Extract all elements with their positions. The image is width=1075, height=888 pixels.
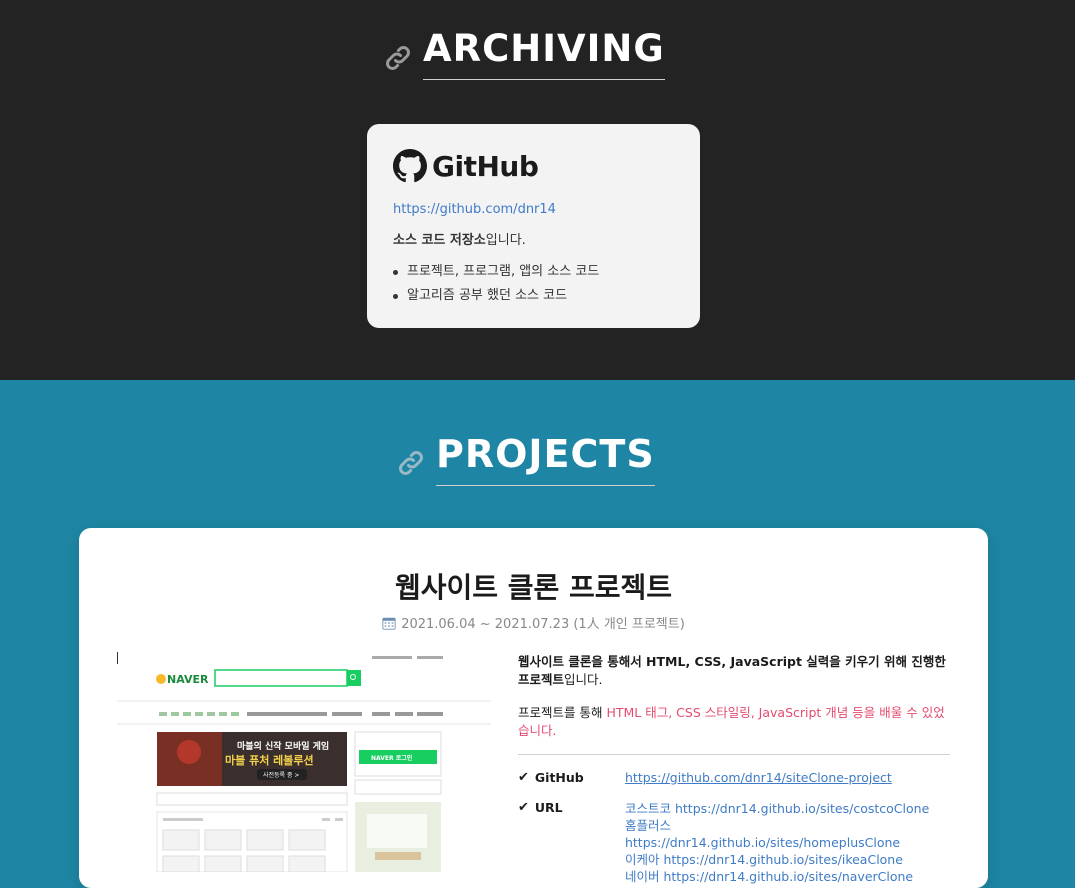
url-item-link[interactable]: https://dnr14.github.io/sites/costcoClon… xyxy=(675,801,929,816)
github-description: 소스 코드 저장소입니다. xyxy=(393,229,674,248)
banner-line1: 마블의 신작 모바일 게임 xyxy=(237,740,329,752)
github-card: GitHub https://github.com/dnr14 소스 코드 저장… xyxy=(367,124,700,328)
url-item-link[interactable]: https://dnr14.github.io/sites/homeplusCl… xyxy=(625,835,900,850)
url-item-name: 네이버 xyxy=(624,869,660,884)
url-item-naver[interactable]: 네이버 https://dnr14.github.io/sites/naverC… xyxy=(625,868,950,885)
project-sub: 프로젝트를 통해 HTML 태그, CSS 스타일링, JavaScript 개… xyxy=(518,704,950,740)
github-profile-link[interactable]: https://github.com/dnr14 xyxy=(393,202,674,217)
project-github-link[interactable]: https://github.com/dnr14/siteClone-proje… xyxy=(625,769,892,786)
naver-clone-thumbnail: NAVER 마블의 신작 모바일 게임 마블 퓨처 레볼루션 사전등록 중 > … xyxy=(117,652,491,872)
divider xyxy=(518,754,950,755)
project-title: 웹사이트 클론 프로젝트 xyxy=(394,571,673,604)
github-logo-text: GitHub xyxy=(432,149,539,183)
login-button: NAVER 로그인 xyxy=(371,754,413,762)
naver-logo-text: NAVER xyxy=(167,673,209,686)
url-item-costco[interactable]: 코스트코 https://dnr14.github.io/sites/costc… xyxy=(625,800,950,817)
project-lead: 웹사이트 클론을 통해서 HTML, CSS, JavaScript 실력을 키… xyxy=(518,653,950,689)
archiving-section: ARCHIVING GitHub https://github.com/dnr1… xyxy=(0,0,1075,380)
project-date-text: 2021.06.04 ~ 2021.07.23 (1人 개인 프로젝트) xyxy=(401,617,685,632)
github-list: 프로젝트, 프로그램, 앱의 소스 코드 알고리즘 공부 했던 소스 코드 xyxy=(393,260,674,308)
check-icon: ✔ xyxy=(518,770,529,785)
url-row: ✔ URL 코스트코 https://dnr14.github.io/sites/… xyxy=(518,800,950,885)
archiving-heading: ARCHIVING xyxy=(383,29,665,80)
calendar-icon xyxy=(382,617,396,630)
projects-section: PROJECTS 웹사이트 클론 프로젝트 2021.06.04 ~ 2021.… xyxy=(0,380,1075,888)
github-row: ✔ GitHub https://github.com/dnr14/siteClo… xyxy=(518,769,950,786)
section-title: ARCHIVING xyxy=(423,29,665,80)
project-lead-rest: 입니다. xyxy=(564,672,603,687)
list-item: 알고리즘 공부 했던 소스 코드 xyxy=(393,284,674,308)
banner-line2: 마블 퓨처 레볼루션 xyxy=(225,753,314,767)
project-date: 2021.06.04 ~ 2021.07.23 (1人 개인 프로젝트) xyxy=(79,613,988,632)
project-info: 웹사이트 클론을 통해서 HTML, CSS, JavaScript 실력을 키… xyxy=(518,653,950,885)
section-title: PROJECTS xyxy=(436,434,655,486)
banner-button: 사전등록 중 > xyxy=(263,771,299,779)
project-screenshot: NAVER 마블의 신작 모바일 게임 마블 퓨처 레볼루션 사전등록 중 > … xyxy=(117,652,491,872)
url-row-label-text: URL xyxy=(534,800,563,815)
github-logo: GitHub xyxy=(393,148,674,184)
url-item-ikea[interactable]: 이케아 https://dnr14.github.io/sites/ikeaCl… xyxy=(625,851,950,868)
url-list: 코스트코 https://dnr14.github.io/sites/costc… xyxy=(625,800,950,885)
github-description-rest: 입니다. xyxy=(485,233,526,248)
url-row-label: ✔ URL xyxy=(518,800,625,885)
projects-heading: PROJECTS xyxy=(396,434,655,486)
github-description-bold: 소스 코드 저장소 xyxy=(393,233,486,248)
url-item-name: 홈플러스 xyxy=(624,818,671,833)
link-icon xyxy=(399,451,423,476)
project-sub-prefix: 프로젝트를 통해 xyxy=(518,705,607,720)
list-item: 프로젝트, 프로그램, 앱의 소스 코드 xyxy=(393,260,674,284)
github-icon xyxy=(393,149,427,183)
url-item-link[interactable]: https://dnr14.github.io/sites/naverClone xyxy=(663,869,913,884)
link-icon xyxy=(386,45,410,70)
project-card: 웹사이트 클론 프로젝트 2021.06.04 ~ 2021.07.23 (1人… xyxy=(79,528,988,888)
url-item-homeplus[interactable]: 홈플러스 https://dnr14.github.io/sites/homep… xyxy=(625,817,950,851)
url-item-name: 코스트코 xyxy=(624,801,671,816)
check-icon: ✔ xyxy=(518,800,529,815)
github-row-label: ✔ GitHub xyxy=(518,769,625,786)
github-row-label-text: GitHub xyxy=(534,770,584,785)
